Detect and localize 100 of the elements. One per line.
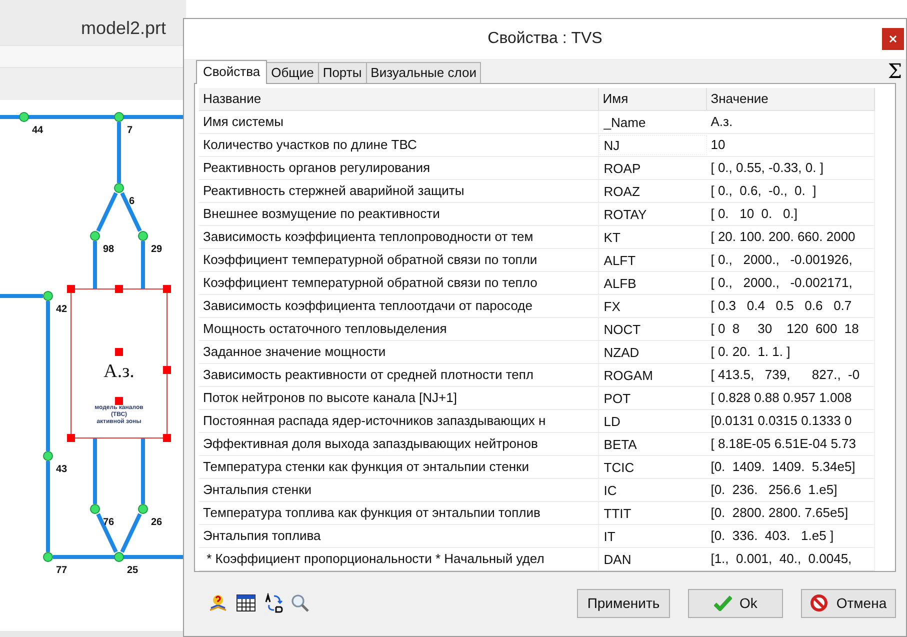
- property-value-cell: [ 20. 100. 200. 660. 2000: [706, 226, 875, 248]
- property-name-cell: Энтальпия стенки: [199, 479, 599, 501]
- node-label: 98: [103, 244, 114, 255]
- property-name-cell: Температура топлива как функция от энтальпии топлив: [199, 502, 599, 524]
- property-id-cell-text: KT: [602, 229, 622, 247]
- property-value-cell: [ 0., 2000., -0.002171,: [706, 272, 875, 294]
- property-name-cell: Зависимость коэффициента теплоотдачи от паросоде: [199, 295, 599, 317]
- selection-handle[interactable]: [115, 285, 123, 293]
- selection-handle[interactable]: [115, 348, 123, 356]
- property-value-cell: [ 8.18E-05 6.51E-04 5.73: [706, 433, 875, 455]
- column-header[interactable]: Название: [199, 88, 599, 110]
- property-id-cell-text: NZAD: [602, 344, 640, 362]
- property-id-cell-text: ROAZ: [602, 183, 641, 201]
- node-label: 29: [151, 244, 162, 255]
- node-label: 25: [127, 565, 138, 576]
- tab[interactable]: Визуальные слои: [366, 62, 482, 83]
- table-icon[interactable]: [236, 594, 256, 612]
- property-value-cell: [ 0., 0.55, -0.33, 0. ]: [706, 157, 875, 179]
- node-label: 26: [151, 517, 162, 528]
- property-value-cell: 10: [706, 134, 875, 156]
- property-id-cell-text: ROGAM: [602, 367, 654, 385]
- junction-node[interactable]: [114, 183, 124, 193]
- help-book-icon[interactable]: [208, 593, 228, 613]
- ok-button[interactable]: Ok: [688, 588, 783, 618]
- tab[interactable]: Общие: [266, 62, 319, 83]
- property-name-cell: Мощность остаточного тепловыделения: [199, 318, 599, 340]
- junction-node[interactable]: [114, 112, 124, 122]
- node-label: 76: [103, 517, 114, 528]
- cancel-button[interactable]: Отмена: [801, 588, 896, 618]
- check-icon: [714, 595, 732, 611]
- tab[interactable]: Свойства: [196, 60, 268, 84]
- window-title: Свойства : TVS: [486, 29, 604, 49]
- junction-node[interactable]: [19, 112, 29, 122]
- junction-node[interactable]: [114, 552, 124, 562]
- apply-button[interactable]: Применить: [577, 588, 670, 618]
- selection-handle[interactable]: [67, 434, 75, 442]
- column-header[interactable]: Значение: [706, 88, 875, 110]
- property-name-cell: Имя системы: [199, 111, 599, 133]
- pipe-line[interactable]: [96, 513, 118, 553]
- node-label: 77: [56, 565, 68, 576]
- property-id-cell-text: FX: [602, 298, 622, 316]
- block-frame[interactable]: [70, 288, 168, 438]
- column-header[interactable]: Имя: [598, 88, 707, 110]
- junction-node[interactable]: [43, 451, 53, 461]
- selection-handle[interactable]: [163, 434, 171, 442]
- property-name-cell: Энтальпия топлива: [199, 525, 599, 547]
- prohibited-icon: [810, 594, 828, 612]
- property-name-cell: Внешнее возмущение по реактивности: [199, 203, 599, 225]
- property-id-cell-text: ROAP: [602, 160, 642, 178]
- property-id-cell-text: ALFB: [602, 275, 638, 293]
- property-value-cell: [0. 336. 403. 1.e5 ]: [706, 525, 875, 547]
- property-id-cell-text: ALFT: [602, 252, 637, 270]
- property-value-cell: [ 0 8 30 120 600 18: [706, 318, 875, 340]
- property-id-cell-text: DAN: [602, 551, 632, 569]
- node-label: 42: [56, 304, 68, 315]
- replace-icon[interactable]: [264, 593, 284, 613]
- property-name-cell: Коэффициент температурной обратной связи по тепло: [199, 272, 599, 294]
- block-title: А.з.: [104, 361, 134, 382]
- property-name-cell: Коэффициент температурной обратной связи по топли: [199, 249, 599, 271]
- property-id-cell-text: _Name: [602, 114, 647, 132]
- property-name-cell: Поток нейтронов по высоте канала [NJ+1]: [199, 387, 599, 409]
- property-value-cell: [1., 0.001, 40., 0.0045,: [706, 548, 875, 570]
- property-name-cell: Постоянная распада ядер-источников запаздывающих н: [199, 410, 599, 432]
- property-value-cell: [ 0.828 0.88 0.957 1.008: [706, 387, 875, 409]
- property-id-cell-text: NOCT: [602, 321, 642, 339]
- property-value-cell: [0. 1409. 1409. 5.34e5]: [706, 456, 875, 478]
- property-name-cell: Температура стенки как функция от энтальпии стенки: [199, 456, 599, 478]
- node-label: 43: [56, 464, 68, 475]
- junction-node[interactable]: [90, 504, 100, 514]
- junction-node[interactable]: [43, 291, 53, 301]
- property-value-cell: [ 0. 20. 1. 1. ]: [706, 341, 875, 363]
- property-name-cell: Зависимость реактивности от средней плотности тепл: [199, 364, 599, 386]
- node-label: 7: [127, 125, 133, 136]
- property-id-cell-text: TTIT: [602, 505, 632, 523]
- junction-node[interactable]: [138, 231, 148, 241]
- property-id-cell-text: BETA: [602, 436, 638, 454]
- close-button[interactable]: [882, 28, 904, 50]
- selection-handle[interactable]: [67, 285, 75, 293]
- property-id-cell-text: IT: [602, 528, 616, 546]
- tab[interactable]: Порты: [318, 62, 367, 83]
- junction-node[interactable]: [90, 231, 100, 241]
- search-icon[interactable]: [290, 593, 310, 613]
- property-id-cell-text: ROTAY: [602, 206, 648, 224]
- property-name-cell: Зависимость коэффициента теплопроводности от тем: [199, 226, 599, 248]
- property-value-cell: [ 413.5, 739, 827., -0: [706, 364, 875, 386]
- property-id-cell-text: TCIC: [602, 459, 636, 477]
- selection-handle[interactable]: [163, 366, 171, 374]
- sum-button[interactable]: Σ: [888, 61, 902, 81]
- property-name-cell: Реактивность органов регулирования: [199, 157, 599, 179]
- property-id-cell-text: IC: [602, 482, 618, 500]
- selection-handle[interactable]: [163, 285, 171, 293]
- property-value-cell: А.з.: [706, 111, 875, 133]
- property-value-cell: [ 0., 0.6, -0., 0. ]: [706, 180, 875, 202]
- property-value-cell: [ 0. 10 0. 0.]: [706, 203, 875, 225]
- selection-handle[interactable]: [115, 397, 123, 405]
- junction-node[interactable]: [138, 504, 148, 514]
- property-id-cell: NJ: [598, 135, 707, 155]
- close-icon: [889, 35, 897, 43]
- property-name-cell: * Коэффициент пропорциональности * Начальный удел: [199, 548, 599, 570]
- junction-node[interactable]: [43, 552, 53, 562]
